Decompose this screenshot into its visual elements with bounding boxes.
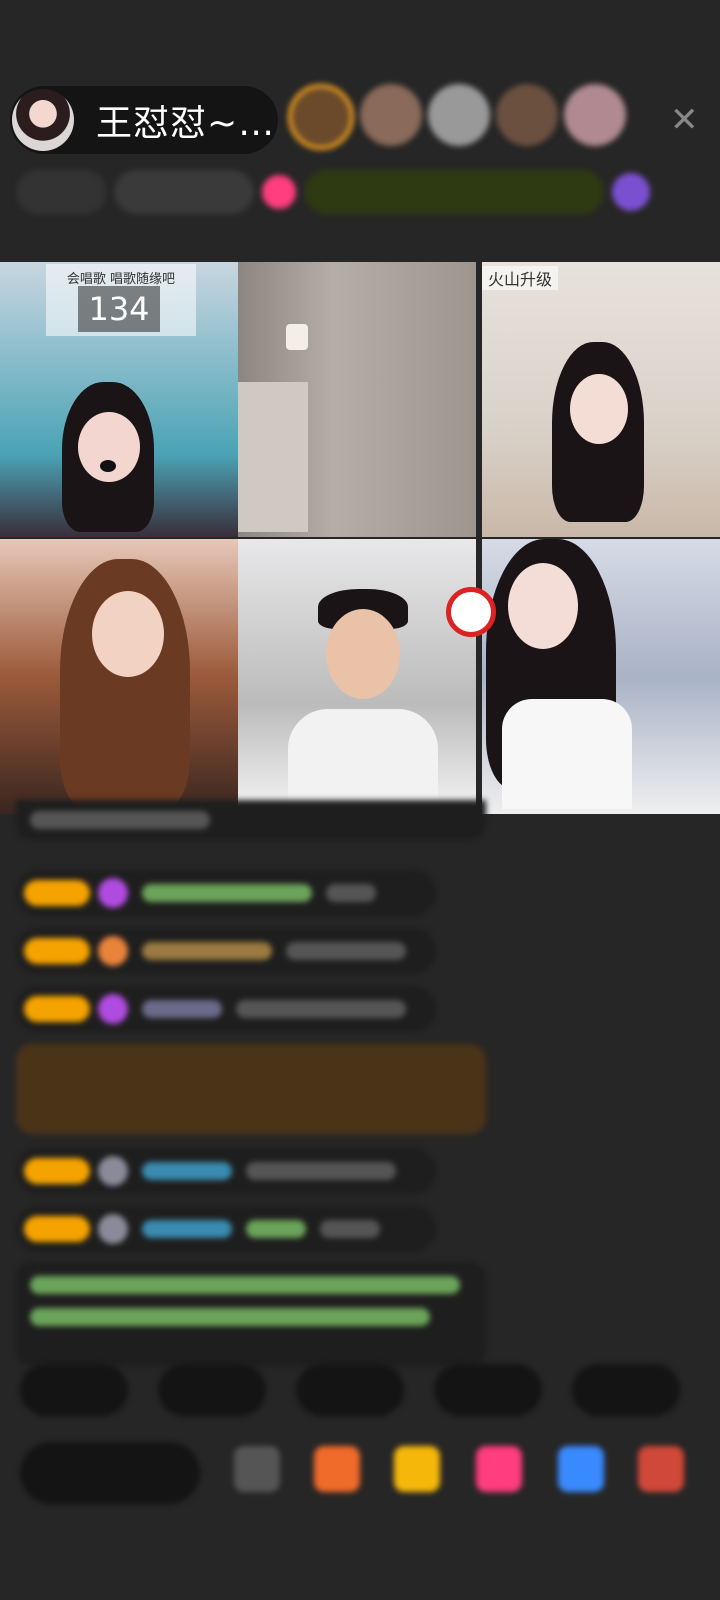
chat-message[interactable] [16,1206,436,1252]
level-badge [24,1216,90,1242]
gem-icon [98,994,128,1024]
chat-message[interactable] [16,928,436,974]
song-label: 会唱歌 唱歌随缘吧 [66,272,176,287]
guest-tile-4[interactable] [0,539,238,814]
top-viewer-avatar[interactable] [360,84,422,146]
level-badge [24,938,90,964]
host-capsule[interactable]: 王怼怼~… [10,86,278,154]
song-count: 134 [78,286,160,332]
chat-message[interactable] [16,870,436,916]
gem-icon [98,1214,128,1244]
chat-message[interactable] [16,800,486,840]
top-viewers-list[interactable] [288,84,626,150]
quick-reply-chip[interactable] [572,1364,680,1416]
like-icon[interactable] [476,1446,522,1492]
tile-overlay-text: 火山升级 [482,266,559,290]
quick-reply-chip[interactable] [296,1364,404,1416]
share-icon[interactable] [558,1446,604,1492]
top-viewer-avatar[interactable] [288,84,354,150]
emoji-icon[interactable] [234,1446,280,1492]
guest-tile-1[interactable]: 会唱歌 唱歌随缘吧 134 [0,262,238,537]
status-pills-row[interactable] [16,170,650,214]
rank-pill[interactable] [16,170,106,214]
chat-message-highlight[interactable] [16,1044,486,1134]
more-icon[interactable] [638,1446,684,1492]
level-badge [24,880,90,906]
guest-tile-3[interactable]: 火山升级 [482,262,720,537]
quick-reply-chip[interactable] [158,1364,266,1416]
chat-message[interactable] [16,986,436,1032]
level-badge [24,996,90,1022]
gift-box-icon[interactable] [314,1446,360,1492]
guest-tile-6[interactable] [482,539,720,814]
system-notice [16,1262,486,1366]
heart-icon[interactable] [262,175,296,209]
top-viewer-avatar[interactable] [428,84,490,146]
comment-input[interactable] [20,1442,200,1504]
no-smoking-icon [446,587,496,637]
multi-guest-grid: 会唱歌 唱歌随缘吧 134 火山升级 [0,262,720,814]
quick-reply-row[interactable] [20,1364,680,1416]
top-viewer-avatar[interactable] [496,84,558,146]
top-viewer-avatar[interactable] [564,84,626,146]
activity-icon[interactable] [612,173,650,211]
chat-message[interactable] [16,1148,436,1194]
host-name: 王怼怼~… [96,103,276,144]
marquee-pill[interactable] [304,170,604,214]
gem-icon [98,1156,128,1186]
quick-reply-chip[interactable] [20,1364,128,1416]
close-icon[interactable]: ✕ [670,100,699,140]
guest-tile-2[interactable] [238,262,476,537]
song-card[interactable]: 会唱歌 唱歌随缘吧 134 [46,264,196,336]
guest-tile-5[interactable] [238,539,476,814]
bottom-action-bar[interactable] [20,1430,720,1520]
gift-pill[interactable] [114,170,254,214]
quick-reply-chip[interactable] [434,1364,542,1416]
level-badge [24,1158,90,1184]
gift-icon[interactable] [394,1446,440,1492]
gem-icon [98,936,128,966]
host-avatar[interactable] [12,89,74,151]
gem-icon [98,878,128,908]
